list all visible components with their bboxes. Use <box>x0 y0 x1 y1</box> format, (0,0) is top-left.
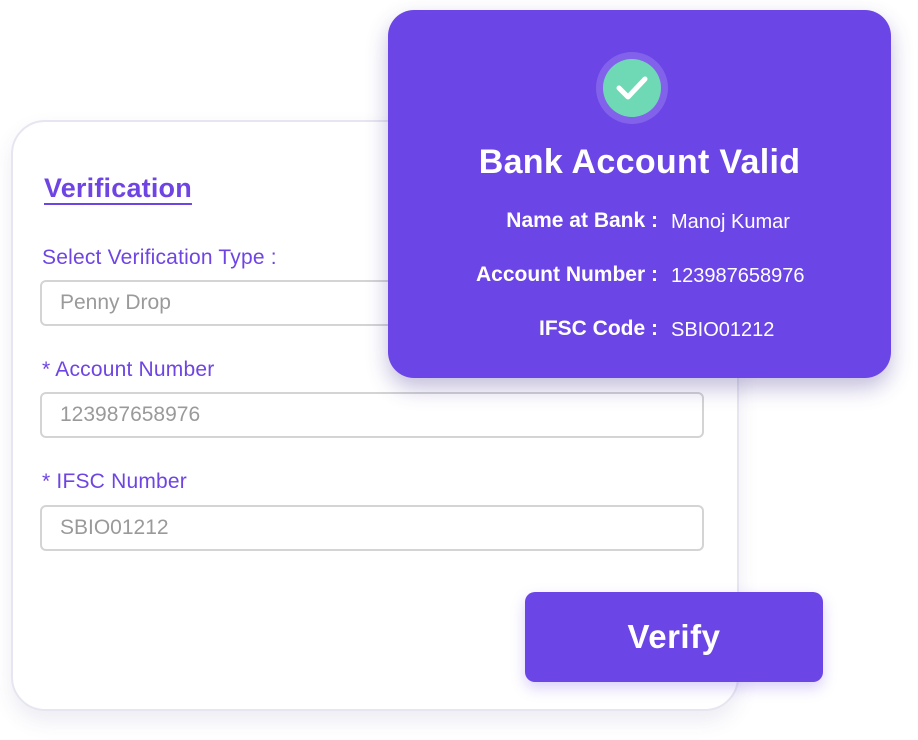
name-at-bank-label: Name at Bank : <box>506 209 658 232</box>
ifsc-code-label: IFSC Code : <box>539 317 658 340</box>
check-icon-halo <box>596 52 668 124</box>
form-title: Verification <box>44 173 192 203</box>
account-number-row: Account Number : 123987658976 <box>388 263 891 293</box>
check-circle-icon <box>603 59 661 117</box>
name-at-bank-value: Manoj Kumar <box>671 211 790 233</box>
ifsc-code-value: SBIO01212 <box>671 319 775 341</box>
ifsc-code-row: IFSC Code : SBIO01212 <box>388 317 891 347</box>
bank-account-result-card: Bank Account Valid Name at Bank : Manoj … <box>388 10 891 378</box>
verification-type-label: Select Verification Type : <box>42 246 277 269</box>
checkmark-icon <box>616 76 648 100</box>
account-number-label: * Account Number <box>42 358 215 381</box>
account-number-input[interactable] <box>40 392 704 438</box>
account-number-result-value: 123987658976 <box>671 265 805 287</box>
ifsc-number-input[interactable] <box>40 505 704 551</box>
result-title: Bank Account Valid <box>478 143 801 181</box>
name-at-bank-row: Name at Bank : Manoj Kumar <box>388 209 891 239</box>
verify-button[interactable]: Verify <box>525 592 823 682</box>
account-number-result-label: Account Number : <box>475 263 658 286</box>
ifsc-number-label: * IFSC Number <box>42 470 187 493</box>
